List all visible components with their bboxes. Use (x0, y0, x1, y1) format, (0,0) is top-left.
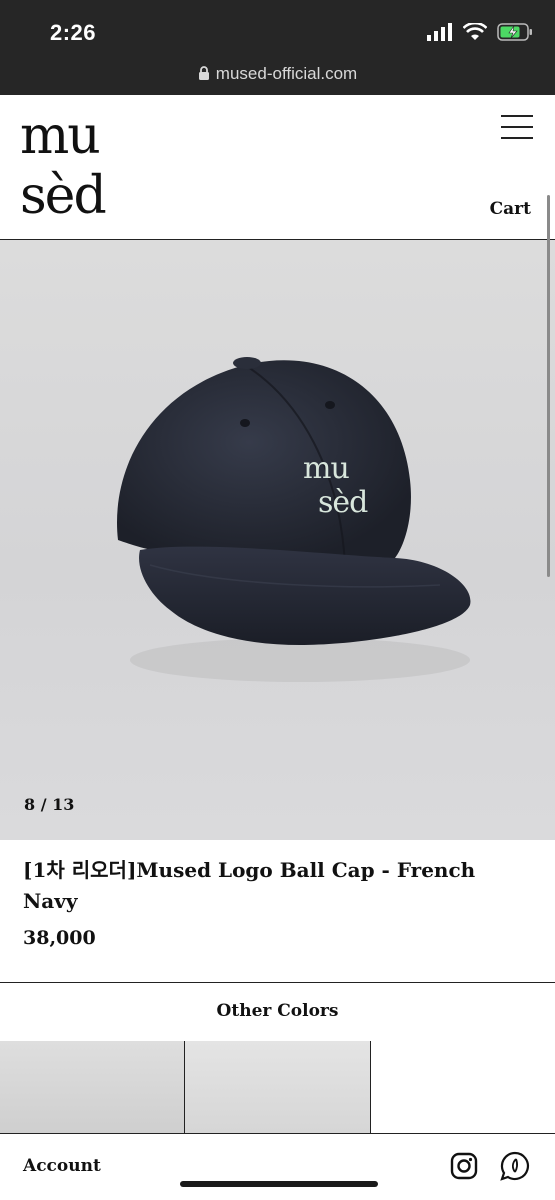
url-text: mused-official.com (215, 64, 358, 83)
status-bar: 2:26 mused-official.com (0, 0, 555, 95)
signal-icon (427, 23, 452, 41)
color-swatch[interactable] (0, 1041, 186, 1133)
image-counter: 8 / 13 (24, 795, 75, 814)
status-icons (427, 22, 533, 42)
cap-image: mu sèd (117, 357, 471, 682)
product-title: [1차 리오더]Mused Logo Ball Cap - French Nav… (23, 858, 476, 913)
footer-bar: Account (0, 1134, 555, 1200)
menu-icon[interactable] (501, 115, 533, 139)
cart-link[interactable]: Cart (490, 199, 531, 219)
wifi-icon (463, 23, 487, 40)
instagram-icon[interactable] (450, 1152, 478, 1180)
color-swatches (0, 1041, 555, 1134)
url-bar[interactable]: mused-official.com (0, 64, 555, 84)
svg-text:sèd: sèd (318, 485, 368, 520)
product-price: 38,000 (23, 927, 96, 949)
svg-text:mu: mu (303, 451, 349, 486)
svg-text:sèd: sèd (20, 166, 105, 221)
site-header: mu sèd Cart (0, 95, 555, 240)
home-indicator[interactable] (180, 1181, 378, 1187)
color-swatch[interactable] (185, 1041, 371, 1133)
color-swatch[interactable] (370, 1041, 555, 1133)
status-time: 2:26 (50, 20, 97, 45)
scrollbar[interactable] (547, 195, 550, 577)
svg-text:mu: mu (20, 109, 99, 166)
battery-icon (497, 23, 532, 41)
product-info: [1차 리오더]Mused Logo Ball Cap - French Nav… (23, 855, 533, 949)
chat-icon[interactable] (500, 1151, 530, 1181)
lock-icon (198, 66, 209, 80)
account-link[interactable]: Account (23, 1156, 101, 1176)
product-image[interactable]: mu sèd 8 / 13 (0, 240, 555, 840)
other-colors-heading: Other Colors (0, 982, 555, 1042)
brand-logo[interactable]: mu sèd (18, 109, 118, 221)
